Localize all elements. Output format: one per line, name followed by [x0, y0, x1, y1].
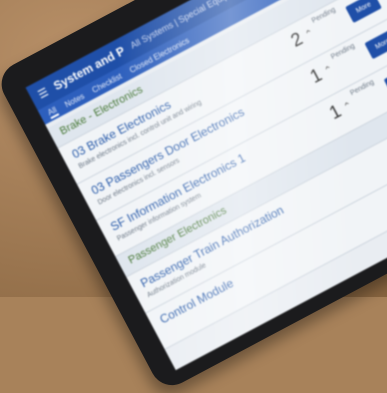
chevron-up-icon[interactable]: ⌃ — [303, 28, 316, 42]
tab-notes[interactable]: Notes — [63, 91, 86, 109]
chevron-up-icon[interactable]: ⌃ — [323, 64, 336, 78]
tablet-screen: ☰ System and P All Systems | Special Equ… — [25, 0, 387, 371]
tab-all[interactable]: All — [45, 104, 59, 119]
more-button[interactable]: More — [364, 28, 387, 60]
more-button[interactable]: More — [383, 64, 387, 96]
tablet-device: ☰ System and P All Systems | Special Equ… — [0, 0, 387, 393]
chevron-up-icon[interactable]: ⌃ — [342, 100, 355, 114]
more-button[interactable]: More — [345, 0, 382, 24]
menu-icon[interactable]: ☰ — [36, 85, 50, 101]
